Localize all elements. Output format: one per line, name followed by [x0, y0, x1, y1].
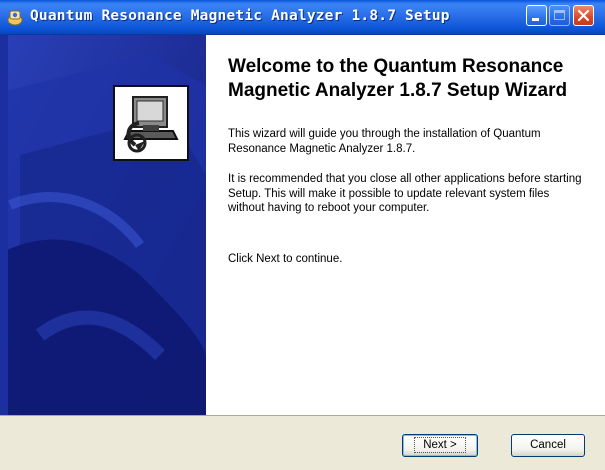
computer-install-icon — [113, 85, 189, 161]
setup-window: Quantum Resonance Magnetic Analyzer 1.8.… — [0, 0, 605, 470]
minimize-icon — [532, 18, 539, 21]
close-button[interactable] — [573, 5, 594, 26]
page-title: Welcome to the Quantum Resonance Magneti… — [228, 56, 568, 101]
close-icon — [577, 9, 590, 22]
recommendation-text: It is recommended that you close all oth… — [228, 173, 582, 214]
welcome-banner — [0, 35, 206, 415]
window-title: Quantum Resonance Magnetic Analyzer 1.8.… — [30, 8, 450, 24]
continue-hint-text: Click Next to continue. — [228, 253, 343, 265]
intro-text: This wizard will guide you through the i… — [228, 128, 541, 155]
welcome-content: Welcome to the Quantum Resonance Magneti… — [206, 35, 605, 415]
maximize-icon — [554, 10, 565, 20]
button-bar: Next > Cancel — [0, 415, 605, 470]
cancel-button[interactable]: Cancel — [511, 434, 585, 457]
next-button-label: Next > — [414, 437, 466, 453]
next-button[interactable]: Next > — [402, 434, 478, 457]
installer-app-icon[interactable] — [6, 8, 24, 26]
minimize-button[interactable] — [526, 5, 547, 26]
maximize-button — [549, 5, 570, 26]
title-bar[interactable]: Quantum Resonance Magnetic Analyzer 1.8.… — [0, 0, 605, 35]
